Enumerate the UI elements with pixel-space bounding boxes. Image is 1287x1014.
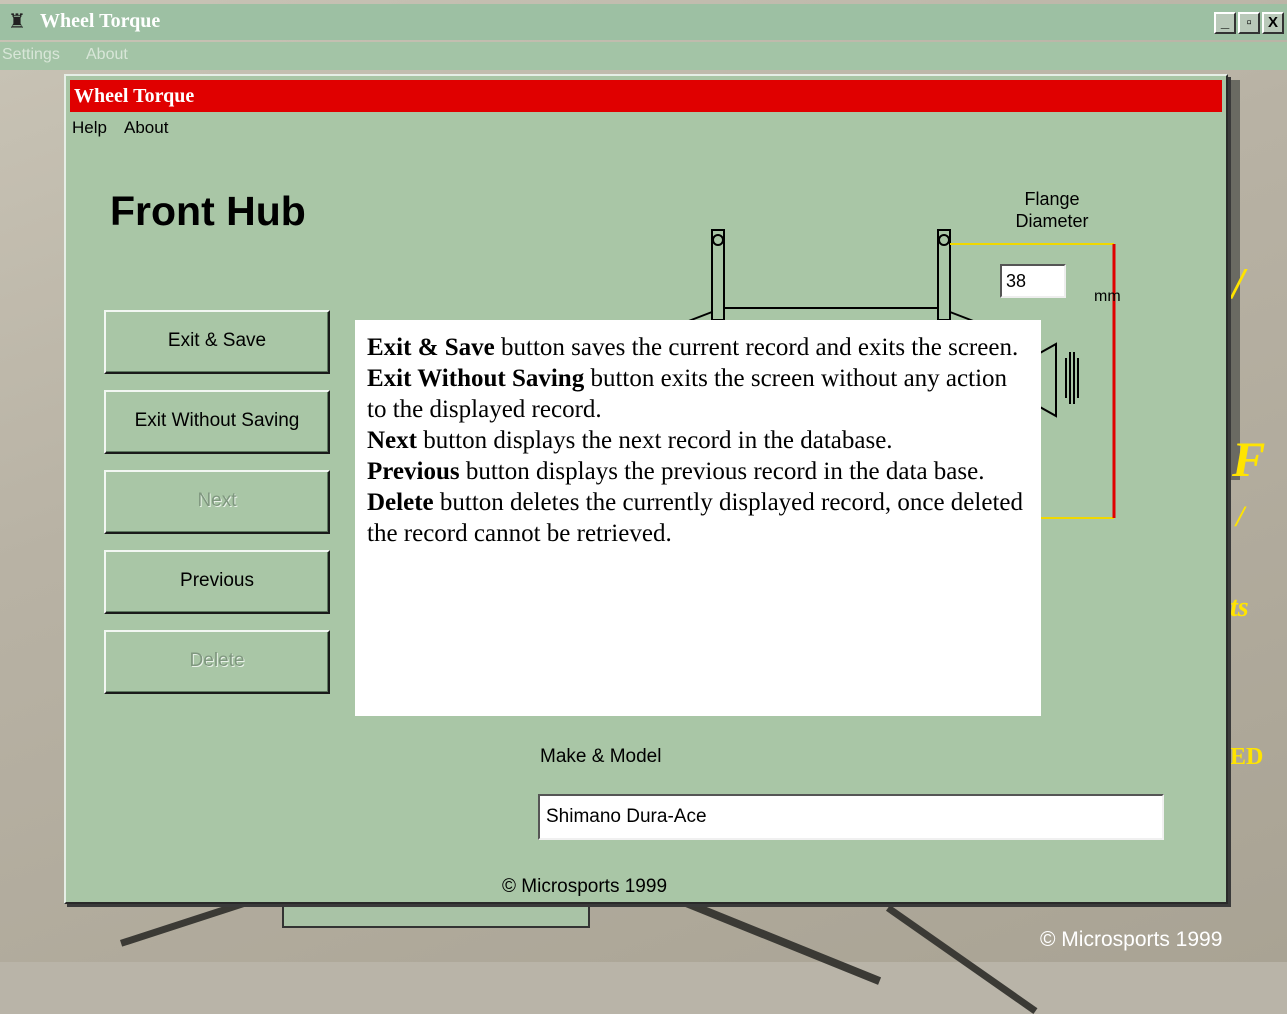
bg-yellow-mark: / [1232,259,1245,308]
outer-window-title: Wheel Torque [40,10,161,32]
help-text: button deletes the currently displayed r… [367,489,1023,547]
bg-yellow-mark: F [1232,431,1266,487]
unit-label: mm [1094,288,1121,305]
help-term: Next [367,427,417,454]
help-text: button displays the next record in the d… [416,427,893,454]
outer-menu-bar: Settings About [0,42,1287,70]
help-annotation-box: Exit & Save button saves the current rec… [355,320,1041,716]
bg-yellow-mark: / [1236,500,1245,533]
dialog-copyright: © Microsports 1999 [502,876,668,897]
flange-label-line1: Flange [1024,189,1080,209]
spoke-hole [938,234,950,246]
flange-diameter-label: Flange Diameter [1002,188,1102,232]
help-entry: Exit & Save button saves the current rec… [367,332,1027,363]
make-model-label: Make & Model [540,746,662,767]
maximize-button[interactable]: ▫ [1238,12,1260,34]
close-button[interactable]: X [1262,12,1284,34]
app-icon: ♜ [8,11,26,33]
minimize-button[interactable]: _ [1214,12,1236,34]
help-entry: Delete button deletes the currently disp… [367,487,1027,549]
menu-settings[interactable]: Settings [2,46,60,64]
flange-diameter-input[interactable]: 38 [1000,264,1066,298]
help-text: button displays the previous record in t… [459,458,985,485]
outer-title-bar: ♜ Wheel Torque _ ▫ X [0,4,1287,40]
help-term: Delete [367,489,434,516]
bg-text-fragment: ED [1230,744,1264,770]
help-text: button saves the current record and exit… [494,334,1019,361]
spoke-hole [712,234,724,246]
help-term: Exit & Save [367,334,495,361]
outer-copyright: © Microsports 1999 [1040,928,1223,951]
help-entry: Previous button displays the previous re… [367,456,1027,487]
flange-label-line2: Diameter [1015,211,1089,231]
help-term: Previous [367,458,460,485]
help-entry: Exit Without Saving button exits the scr… [367,363,1027,425]
help-entry: Next button displays the next record in … [367,425,1027,456]
cassette-lines [1065,352,1079,404]
bg-text-fragment: ts [1230,592,1249,623]
help-term: Exit Without Saving [367,365,585,392]
menu-about[interactable]: About [86,46,128,64]
make-model-input[interactable]: Shimano Dura-Ace [538,794,1164,840]
